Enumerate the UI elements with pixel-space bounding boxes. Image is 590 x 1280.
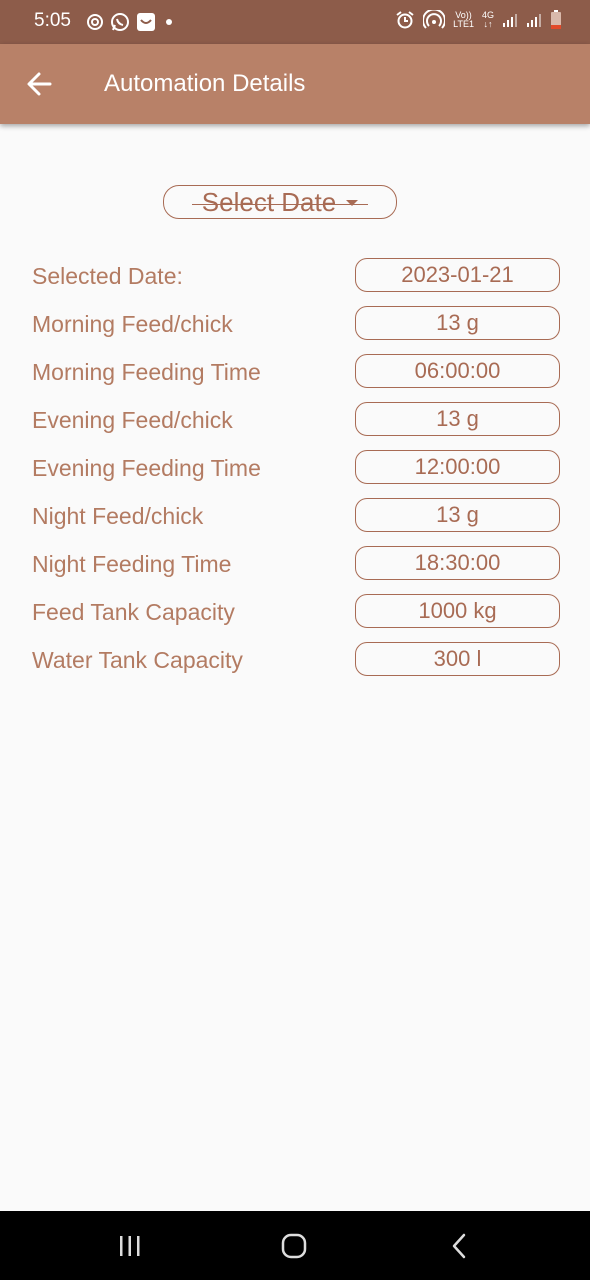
detail-row-morning-time: Morning Feeding Time 06:00:00	[0, 354, 590, 390]
whatsapp-icon	[111, 13, 129, 31]
detail-label: Night Feed/chick	[32, 503, 204, 529]
detail-label: Morning Feed/chick	[32, 311, 233, 337]
detail-value: 13 g	[355, 498, 560, 532]
detail-row-evening-time: Evening Feeding Time 12:00:00	[0, 450, 590, 486]
detail-value: 2023-01-21	[355, 258, 560, 292]
focus-icon	[87, 14, 103, 30]
navigation-bar	[0, 1211, 590, 1280]
signal-icon	[503, 14, 517, 27]
nav-back-icon[interactable]	[450, 1233, 468, 1259]
dropdown-underline	[192, 204, 368, 205]
detail-row-night-feed: Night Feed/chick 13 g	[0, 498, 590, 534]
detail-value: 13 g	[355, 306, 560, 340]
network-bottom-label: LTE1	[453, 19, 474, 29]
network-type: 4G ↓↑	[482, 11, 494, 29]
app-bar: Automation Details	[0, 44, 590, 124]
arrow-back-icon	[27, 72, 52, 96]
detail-row-feed-tank: Feed Tank Capacity 1000 kg	[0, 594, 590, 630]
alarm-icon	[396, 11, 414, 29]
home-icon[interactable]	[281, 1233, 307, 1259]
detail-label: Evening Feeding Time	[32, 455, 261, 481]
detail-label: Water Tank Capacity	[32, 647, 243, 673]
dot-icon	[166, 19, 172, 25]
page-title: Automation Details	[104, 70, 306, 97]
detail-label: Morning Feeding Time	[32, 359, 261, 385]
detail-label: Evening Feed/chick	[32, 407, 233, 433]
signal-icon-2	[527, 14, 541, 27]
detail-row-morning-feed: Morning Feed/chick 13 g	[0, 306, 590, 342]
detail-value: 1000 kg	[355, 594, 560, 628]
select-date-label: Select Date	[201, 186, 337, 217]
detail-row-night-time: Night Feeding Time 18:30:00	[0, 546, 590, 582]
detail-label: Night Feeding Time	[32, 551, 232, 577]
message-icon	[137, 13, 155, 31]
detail-label: Selected Date:	[32, 263, 183, 289]
detail-row-evening-feed: Evening Feed/chick 13 g	[0, 402, 590, 438]
dropdown-caret-icon	[346, 200, 359, 206]
detail-row-water-tank: Water Tank Capacity 300 l	[0, 642, 590, 678]
data-arrows-icon: ↓↑	[483, 19, 493, 29]
status-time: 5:05	[34, 10, 71, 31]
detail-value: 12:00:00	[355, 450, 560, 484]
select-date-dropdown[interactable]: Select Date	[163, 185, 397, 219]
detail-row-selected-date: Selected Date: 2023-01-21	[0, 258, 590, 294]
back-button[interactable]	[22, 68, 58, 100]
detail-value: 18:30:00	[355, 546, 560, 580]
detail-value: 13 g	[355, 402, 560, 436]
detail-label: Feed Tank Capacity	[32, 599, 235, 625]
recents-icon[interactable]	[118, 1235, 142, 1257]
battery-icon	[551, 10, 561, 29]
network-label: Vo)) LTE1	[453, 11, 474, 29]
hotspot-icon	[423, 10, 446, 29]
detail-value: 06:00:00	[355, 354, 560, 388]
status-bar: 5:05 Vo)) LTE1 4G ↓↑	[0, 0, 590, 44]
detail-value: 300 l	[355, 642, 560, 676]
